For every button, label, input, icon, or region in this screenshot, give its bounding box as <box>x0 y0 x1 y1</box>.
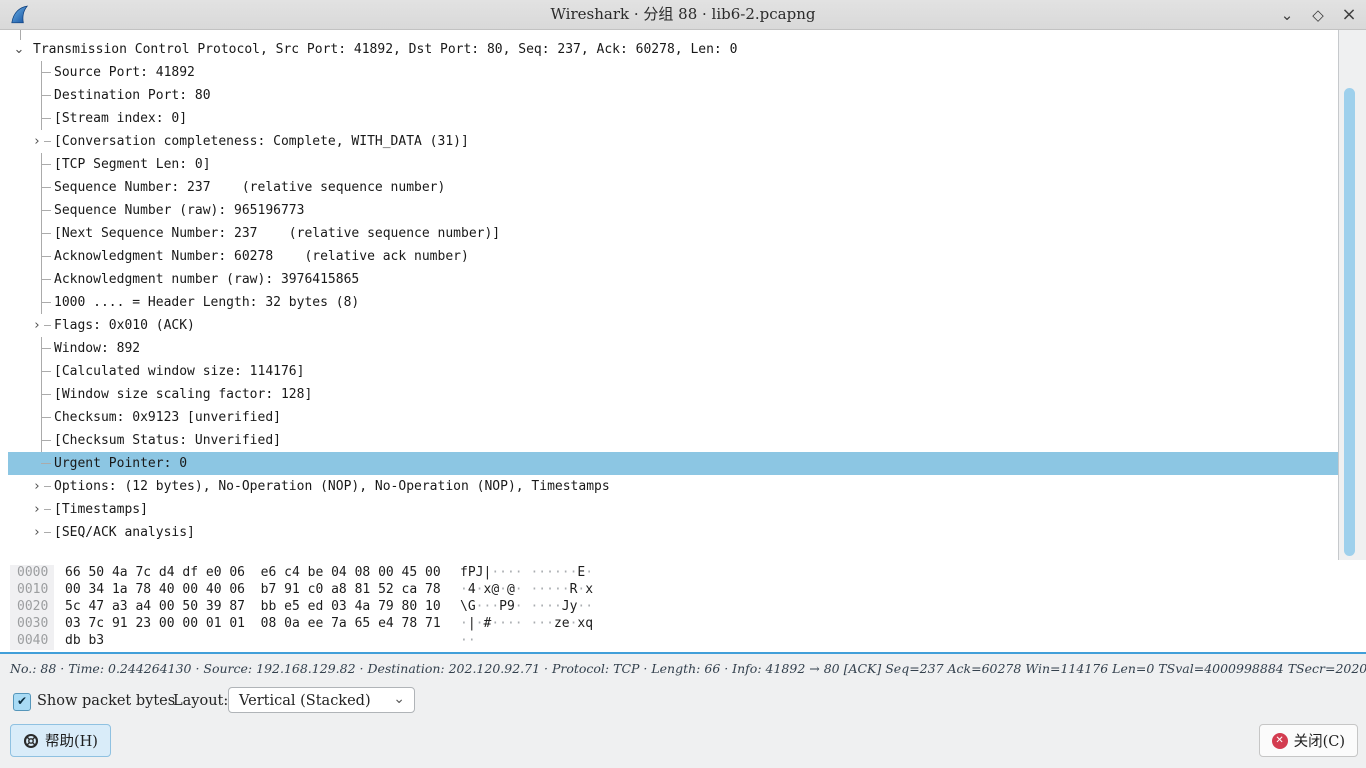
tree-row-label: [TCP Segment Len: 0] <box>0 157 211 172</box>
hex-offset: 0020 <box>17 598 48 615</box>
title-bar: Wireshark · 分组 88 · lib6-2.pcapng ⌄ ◇ × <box>0 0 1366 30</box>
tree-row[interactable]: [Window size scaling factor: 128] <box>0 383 1338 406</box>
hex-row[interactable]: 0030 03 7c 91 23 00 00 01 01 08 0a ee 7a … <box>0 615 1366 632</box>
hex-ascii: \G···P9· ····Jy·· <box>460 598 593 615</box>
scrollbar[interactable] <box>1338 30 1359 560</box>
tree-row-label: Acknowledgment number (raw): 3976415865 <box>0 272 359 287</box>
hex-ascii: fPJ|···· ······E· <box>460 564 593 581</box>
hex-offset: 0030 <box>17 615 48 632</box>
hex-pane-focus-line <box>0 652 1366 654</box>
tree-row-label: Source Port: 41892 <box>0 65 195 80</box>
hex-bytes: db b3 <box>65 632 104 649</box>
tree-row-label: [Window size scaling factor: 128] <box>0 387 312 402</box>
hex-row[interactable]: 0020 5c 47 a3 a4 00 50 39 87 bb e5 ed 03 … <box>0 598 1366 615</box>
tree-row[interactable]: Sequence Number (raw): 965196773 <box>0 199 1338 222</box>
hex-offset: 0000 <box>17 564 48 581</box>
tree-row-label: [Calculated window size: 114176] <box>0 364 304 379</box>
tree-row-label: Acknowledgment Number: 60278 (relative a… <box>0 249 469 264</box>
help-button[interactable]: 帮助(H) <box>10 724 111 757</box>
close-button[interactable]: ✕ 关闭(C) <box>1259 724 1358 757</box>
hex-row[interactable]: 0040 db b3 ·· <box>0 632 1366 649</box>
tree-row[interactable]: Destination Port: 80 <box>0 84 1338 107</box>
tree-row-label: [Timestamps] <box>0 502 148 517</box>
expand-arrow-icon[interactable]: › <box>30 130 44 153</box>
expand-arrow-icon[interactable]: › <box>30 521 44 544</box>
tree-row[interactable]: [Calculated window size: 114176] <box>0 360 1338 383</box>
tree-row[interactable]: ›Options: (12 bytes), No-Operation (NOP)… <box>0 475 1338 498</box>
tree-row-label: [Checksum Status: Unverified] <box>0 433 281 448</box>
tree-row-label: Checksum: 0x9123 [unverified] <box>0 410 281 425</box>
hex-offset: 0040 <box>17 632 48 649</box>
hex-bytes: 66 50 4a 7c d4 df e0 06 e6 c4 be 04 08 0… <box>65 564 441 581</box>
tree-row-label: 1000 .... = Header Length: 32 bytes (8) <box>0 295 359 310</box>
tree-row[interactable]: ›[Conversation completeness: Complete, W… <box>0 130 1338 153</box>
hex-bytes: 03 7c 91 23 00 00 01 01 08 0a ee 7a 65 e… <box>65 615 441 632</box>
tree-row[interactable]: Acknowledgment number (raw): 3976415865 <box>0 268 1338 291</box>
show-packet-bytes-label[interactable]: Show packet bytes <box>37 684 175 718</box>
tree-row[interactable]: 1000 .... = Header Length: 32 bytes (8) <box>0 291 1338 314</box>
chevron-down-icon: ⌄ <box>393 686 405 712</box>
tree-row[interactable]: [Checksum Status: Unverified] <box>0 429 1338 452</box>
help-buoy-icon <box>23 733 39 749</box>
tree-row-label: [Conversation completeness: Complete, WI… <box>0 134 469 149</box>
close-circle-icon: ✕ <box>1272 733 1288 749</box>
hex-ascii: ·· <box>460 632 476 649</box>
tree-row-label: Transmission Control Protocol, Src Port:… <box>0 42 737 57</box>
tree-row-label: Options: (12 bytes), No-Operation (NOP),… <box>0 479 610 494</box>
tree-row[interactable]: Checksum: 0x9123 [unverified] <box>0 406 1338 429</box>
tree-row[interactable]: ›[Timestamps] <box>0 498 1338 521</box>
tree-row[interactable]: [Next Sequence Number: 237 (relative seq… <box>0 222 1338 245</box>
hex-offset: 0010 <box>17 581 48 598</box>
minimize-icon[interactable]: ⌄ <box>1276 4 1298 26</box>
expand-arrow-icon[interactable]: › <box>30 475 44 498</box>
hex-row[interactable]: 0010 00 34 1a 78 40 00 40 06 b7 91 c0 a8 … <box>0 581 1366 598</box>
scrollbar-thumb[interactable] <box>1344 88 1355 556</box>
hex-rows: 0000 66 50 4a 7c d4 df e0 06 e6 c4 be 04 … <box>0 564 1366 649</box>
collapse-arrow-icon[interactable]: ⌄ <box>12 38 26 61</box>
packet-summary-line: No.: 88 · Time: 0.244264130 · Source: 19… <box>10 655 1356 683</box>
hex-ascii: ·4·x@·@· ·····R·x <box>460 581 593 598</box>
hex-bytes: 00 34 1a 78 40 00 40 06 b7 91 c0 a8 81 5… <box>65 581 441 598</box>
help-button-label: 帮助(H) <box>45 730 98 751</box>
window-title: Wireshark · 分组 88 · lib6-2.pcapng <box>0 0 1366 29</box>
tree-row[interactable]: [TCP Segment Len: 0] <box>0 153 1338 176</box>
hex-row[interactable]: 0000 66 50 4a 7c d4 df e0 06 e6 c4 be 04 … <box>0 564 1366 581</box>
packet-tree-rows: ⌄Transmission Control Protocol, Src Port… <box>0 38 1338 544</box>
tree-row[interactable]: Sequence Number: 237 (relative sequence … <box>0 176 1338 199</box>
close-button-label: 关闭(C) <box>1294 730 1345 751</box>
tree-row[interactable]: ›Flags: 0x010 (ACK) <box>0 314 1338 337</box>
layout-label: Layout: <box>173 684 228 718</box>
window-controls: ⌄ ◇ × <box>1276 0 1360 29</box>
tree-row[interactable]: Window: 892 <box>0 337 1338 360</box>
tree-row-label: Sequence Number (raw): 965196773 <box>0 203 304 218</box>
show-packet-bytes-checkbox[interactable]: ✔ <box>13 693 31 711</box>
tree-row[interactable]: Source Port: 41892 <box>0 61 1338 84</box>
tree-row[interactable]: Urgent Pointer: 0 <box>0 452 1338 475</box>
expand-arrow-icon[interactable]: › <box>30 314 44 337</box>
tree-row-label: Window: 892 <box>0 341 140 356</box>
hex-bytes: 5c 47 a3 a4 00 50 39 87 bb e5 ed 03 4a 7… <box>65 598 441 615</box>
tree-row-label: [Stream index: 0] <box>0 111 187 126</box>
tree-row-label: Destination Port: 80 <box>0 88 211 103</box>
tree-row[interactable]: [Stream index: 0] <box>0 107 1338 130</box>
tree-row[interactable]: ›[SEQ/ACK analysis] <box>0 521 1338 544</box>
tree-row[interactable]: Acknowledgment Number: 60278 (relative a… <box>0 245 1338 268</box>
tree-row[interactable]: ⌄Transmission Control Protocol, Src Port… <box>0 38 1338 61</box>
packet-detail-tree: ⌄Transmission Control Protocol, Src Port… <box>0 30 1338 560</box>
hex-dump-pane: 0000 66 50 4a 7c d4 df e0 06 e6 c4 be 04 … <box>0 560 1366 652</box>
tree-row-label: Sequence Number: 237 (relative sequence … <box>0 180 445 195</box>
expand-arrow-icon[interactable]: › <box>30 498 44 521</box>
close-window-icon[interactable]: × <box>1338 4 1360 26</box>
tree-row-label: Urgent Pointer: 0 <box>0 456 187 471</box>
maximize-icon[interactable]: ◇ <box>1307 4 1329 26</box>
tree-row-label: [Next Sequence Number: 237 (relative seq… <box>0 226 500 241</box>
layout-dropdown-value: Vertical (Stacked) <box>239 693 371 709</box>
controls-row: ✔ Show packet bytes Layout: Vertical (St… <box>0 684 1366 718</box>
layout-dropdown[interactable]: Vertical (Stacked) ⌄ <box>228 687 415 713</box>
hex-ascii: ·|·#···· ···ze·xq <box>460 615 593 632</box>
